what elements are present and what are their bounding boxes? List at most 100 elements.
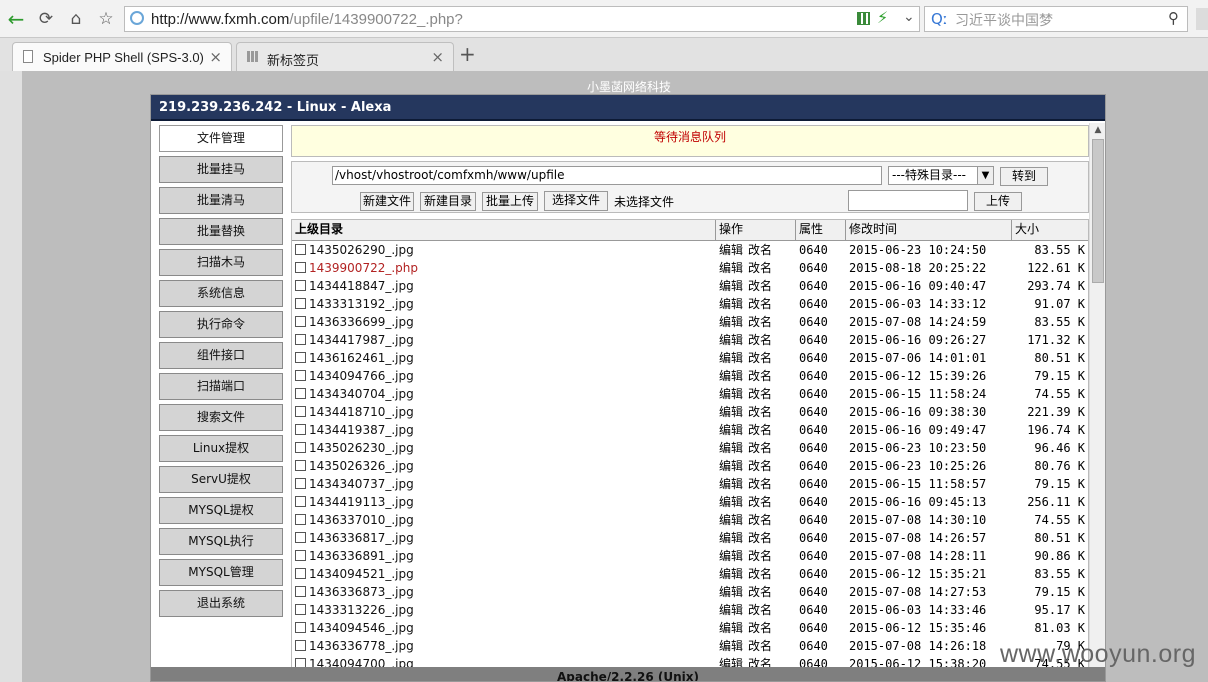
row-checkbox[interactable] [295,514,306,525]
sidebar-button[interactable]: 退出系统 [159,590,283,617]
file-attr[interactable]: 0640 [799,331,828,349]
file-attr[interactable]: 0640 [799,457,828,475]
address-bar[interactable]: http://www.fxmh.com/upfile/1439900722_.p… [124,6,920,32]
file-name-link[interactable]: 1433313226_.jpg [309,601,414,619]
file-name-link[interactable]: 1434419387_.jpg [309,421,414,439]
file-name-link[interactable]: 1434094766_.jpg [309,367,414,385]
edit-link[interactable]: 编辑 [719,603,743,617]
row-checkbox[interactable] [295,622,306,633]
choose-file-button[interactable]: 选择文件 [544,191,608,211]
file-attr[interactable]: 0640 [799,601,828,619]
scroll-thumb[interactable] [1092,139,1104,283]
rename-link[interactable]: 改名 [748,531,772,545]
edit-link[interactable]: 编辑 [719,639,743,653]
edit-link[interactable]: 编辑 [719,567,743,581]
file-attr[interactable]: 0640 [799,349,828,367]
file-mtime[interactable]: 2015-06-12 15:35:21 [849,565,986,583]
edit-link[interactable]: 编辑 [719,531,743,545]
parent-dir-link[interactable]: 上级目录 [292,220,716,240]
edit-link[interactable]: 编辑 [719,279,743,293]
file-mtime[interactable]: 2015-06-12 15:35:46 [849,619,986,637]
file-name-link[interactable]: 1436336817_.jpg [309,529,414,547]
file-attr[interactable]: 0640 [799,547,828,565]
file-attr[interactable]: 0640 [799,403,828,421]
new-dir-button[interactable]: 新建目录 [420,192,476,211]
file-attr[interactable]: 0640 [799,277,828,295]
new-file-button[interactable]: 新建文件 [360,192,414,211]
file-name-link[interactable]: 1434418710_.jpg [309,403,414,421]
sidebar-button[interactable]: 执行命令 [159,311,283,338]
sidebar-button[interactable]: Linux提权 [159,435,283,462]
file-mtime[interactable]: 2015-08-18 20:25:22 [849,259,986,277]
edit-link[interactable]: 编辑 [719,333,743,347]
file-name-link[interactable]: 1434340704_.jpg [309,385,414,403]
row-checkbox[interactable] [295,586,306,597]
file-mtime[interactable]: 2015-07-08 14:28:11 [849,547,986,565]
sidebar-button[interactable]: 扫描木马 [159,249,283,276]
rename-link[interactable]: 改名 [748,351,772,365]
edit-link[interactable]: 编辑 [719,621,743,635]
qr-icon[interactable] [857,12,870,25]
file-mtime[interactable]: 2015-06-15 11:58:57 [849,475,986,493]
edit-link[interactable]: 编辑 [719,351,743,365]
home-icon[interactable]: ⌂ [64,7,88,31]
file-attr[interactable]: 0640 [799,493,828,511]
back-icon[interactable]: ← [4,7,28,31]
edit-link[interactable]: 编辑 [719,243,743,257]
row-checkbox[interactable] [295,550,306,561]
row-checkbox[interactable] [295,496,306,507]
scroll-up-icon[interactable]: ▲ [1090,123,1105,137]
file-name-link[interactable]: 1434094546_.jpg [309,619,414,637]
file-attr[interactable]: 0640 [799,295,828,313]
file-mtime[interactable]: 2015-07-08 14:26:18 [849,637,986,655]
file-name-link[interactable]: 1434094521_.jpg [309,565,414,583]
file-name-link[interactable]: 1435026326_.jpg [309,457,414,475]
file-name-link[interactable]: 1435026230_.jpg [309,439,414,457]
edit-link[interactable]: 编辑 [719,369,743,383]
search-input[interactable]: 习近平谈中国梦 [955,10,1053,30]
edit-link[interactable]: 编辑 [719,423,743,437]
sidebar-button[interactable]: 批量替换 [159,218,283,245]
search-engine-icon[interactable]: Qː [931,10,948,28]
row-checkbox[interactable] [295,280,306,291]
sidebar-button[interactable]: MYSQL提权 [159,497,283,524]
file-name-link[interactable]: 1439900722_.php [309,259,418,277]
edit-link[interactable]: 编辑 [719,495,743,509]
row-checkbox[interactable] [295,604,306,615]
file-mtime[interactable]: 2015-06-23 10:25:26 [849,457,986,475]
upload-button[interactable]: 上传 [974,192,1022,211]
rename-link[interactable]: 改名 [748,315,772,329]
file-name-link[interactable]: 1433313192_.jpg [309,295,414,313]
file-mtime[interactable]: 2015-07-08 14:24:59 [849,313,986,331]
upload-name-input[interactable] [848,190,968,211]
row-checkbox[interactable] [295,478,306,489]
file-mtime[interactable]: 2015-06-03 14:33:12 [849,295,986,313]
rename-link[interactable]: 改名 [748,405,772,419]
file-mtime[interactable]: 2015-06-03 14:33:46 [849,601,986,619]
row-checkbox[interactable] [295,388,306,399]
file-name-link[interactable]: 1436337010_.jpg [309,511,414,529]
edit-link[interactable]: 编辑 [719,477,743,491]
rename-link[interactable]: 改名 [748,297,772,311]
rename-link[interactable]: 改名 [748,369,772,383]
sidebar-button[interactable]: 搜索文件 [159,404,283,431]
file-mtime[interactable]: 2015-07-08 14:27:53 [849,583,986,601]
rename-link[interactable]: 改名 [748,549,772,563]
row-checkbox[interactable] [295,352,306,363]
file-mtime[interactable]: 2015-06-16 09:40:47 [849,277,986,295]
rename-link[interactable]: 改名 [748,423,772,437]
rename-link[interactable]: 改名 [748,513,772,527]
rename-link[interactable]: 改名 [748,261,772,275]
file-attr[interactable]: 0640 [799,619,828,637]
row-checkbox[interactable] [295,460,306,471]
sidebar-button[interactable]: 系统信息 [159,280,283,307]
tab-spider-shell[interactable]: Spider PHP Shell (SPS-3.0) × [12,42,232,71]
tab-new-tab[interactable]: 新标签页 × [236,42,454,71]
plus-icon[interactable]: + [459,42,476,66]
file-mtime[interactable]: 2015-06-16 09:45:13 [849,493,986,511]
chevron-down-icon[interactable]: ▼ [977,167,993,184]
file-name-link[interactable]: 1434419113_.jpg [309,493,414,511]
rename-link[interactable]: 改名 [748,621,772,635]
star-icon[interactable]: ☆ [94,7,118,31]
special-dir-select[interactable]: ---特殊目录--- ▼ [888,166,994,185]
